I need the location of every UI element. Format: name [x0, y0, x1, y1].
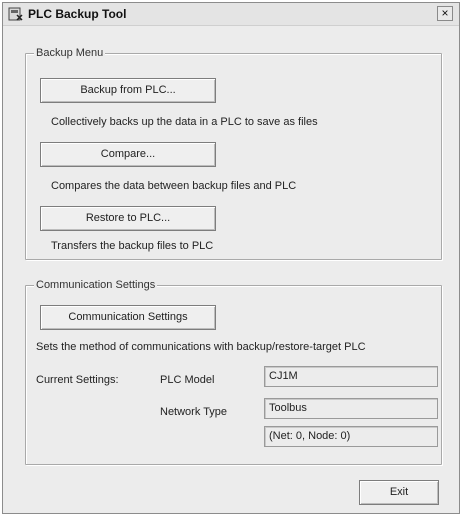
restore-to-plc-button[interactable]: Restore to PLC...	[40, 206, 216, 231]
compare-description: Compares the data between backup files a…	[51, 180, 297, 192]
backup-menu-legend: Backup Menu	[34, 46, 106, 60]
plc-model-label: PLC Model	[160, 374, 215, 386]
backup-menu-group: Backup Menu Backup from PLC... Collectiv…	[25, 46, 442, 260]
backup-description: Collectively backs up the data in a PLC …	[51, 116, 318, 128]
network-address-field: (Net: 0, Node: 0)	[264, 426, 438, 447]
close-button[interactable]: ×	[437, 6, 453, 21]
title-bar[interactable]: PLC Backup Tool ×	[3, 3, 459, 26]
plc-model-field: CJ1M	[264, 366, 438, 387]
exit-button[interactable]: Exit	[359, 480, 439, 505]
network-type-label: Network Type	[160, 406, 228, 418]
network-type-field: Toolbus	[264, 398, 438, 419]
plc-backup-tool-window: PLC Backup Tool × Backup Menu Backup fro…	[2, 2, 460, 514]
plc-tool-icon	[8, 6, 24, 22]
backup-from-plc-button[interactable]: Backup from PLC...	[40, 78, 216, 103]
window-title: PLC Backup Tool	[28, 7, 127, 21]
communication-settings-description: Sets the method of communications with b…	[36, 341, 366, 353]
restore-description: Transfers the backup files to PLC	[51, 240, 214, 252]
current-settings-label: Current Settings:	[36, 374, 119, 386]
communication-settings-button[interactable]: Communication Settings	[40, 305, 216, 330]
communication-settings-legend: Communication Settings	[34, 278, 158, 292]
compare-button[interactable]: Compare...	[40, 142, 216, 167]
communication-settings-group: Communication Settings Communication Set…	[25, 278, 442, 465]
